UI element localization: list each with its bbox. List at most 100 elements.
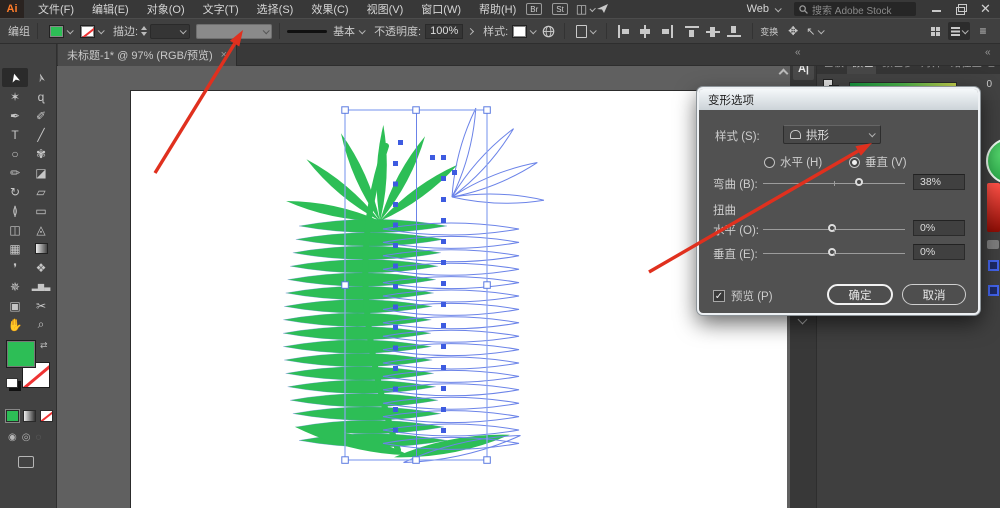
symbol-sprayer-tool[interactable]: ✵ (2, 277, 28, 296)
align-bottom-icon[interactable] (727, 25, 742, 38)
paintbrush-tool[interactable]: ✾ (28, 144, 54, 163)
context-menu-icon[interactable]: ≡ (974, 23, 992, 39)
brush-dropdown[interactable] (359, 29, 364, 34)
eyedropper-tool[interactable]: ❜ (2, 258, 28, 277)
menu-1[interactable]: 文件(F) (38, 1, 74, 17)
dock-blue-panel-icon-2[interactable] (988, 285, 999, 296)
hand-tool[interactable]: ✋ (2, 315, 28, 334)
pen-tool[interactable]: ✒ (2, 106, 28, 125)
dialog-title-bar[interactable]: 变形选项 (699, 89, 978, 110)
distort-horizontal-field[interactable]: 0% (913, 220, 965, 236)
minimize-button[interactable] (932, 4, 942, 14)
opacity-expand-icon[interactable] (467, 27, 474, 34)
tab-close-icon[interactable]: × (221, 49, 227, 61)
direct-selection-tool[interactable]: ➢ (28, 68, 54, 87)
stroke-weight-dropdown[interactable] (150, 24, 190, 39)
panel-strip-chevron-icon[interactable] (798, 315, 808, 325)
distort-vertical-field[interactable]: 0% (913, 244, 965, 260)
width-profile-dropdown[interactable] (196, 24, 272, 39)
preview-checkbox[interactable]: ✓ (713, 290, 725, 302)
menu-9[interactable]: 帮助(H) (479, 1, 516, 17)
document-setup-icon[interactable] (576, 25, 595, 38)
align-middle-icon[interactable] (706, 25, 721, 38)
lasso-tool[interactable]: ɋ (28, 87, 54, 106)
transform-panel-link[interactable]: 变换 (760, 25, 778, 38)
preview-checkbox-row[interactable]: ✓ 预览 (P) (713, 288, 773, 304)
blend-tool[interactable]: ❖ (28, 258, 54, 277)
align-center-icon[interactable] (638, 25, 653, 38)
artboard-tool[interactable]: ▣ (2, 296, 28, 315)
menu-6[interactable]: 效果(C) (311, 1, 348, 17)
stroke-weight-stepper[interactable] (141, 26, 147, 36)
dock-collapse-icon[interactable]: « (795, 47, 801, 58)
rotate-tool[interactable]: ↻ (2, 182, 28, 201)
menu-3[interactable]: 对象(O) (147, 1, 185, 17)
screen-mode-icon[interactable] (18, 456, 34, 468)
menu-2[interactable]: 编辑(E) (92, 1, 129, 17)
stroke-color-dropdown[interactable] (80, 25, 103, 38)
align-top-icon[interactable] (685, 25, 700, 38)
dock-menu-icon[interactable]: « (985, 47, 991, 58)
bridge-badge[interactable]: Br (526, 3, 542, 15)
distort-horizontal-track[interactable] (763, 229, 905, 230)
distort-vertical-track[interactable] (763, 253, 905, 254)
expand-icon[interactable]: ✥ (784, 23, 802, 39)
isolate-selection-dropdown[interactable]: ↖ (806, 25, 823, 38)
arrange-documents-icon[interactable]: ◫ (576, 1, 594, 17)
close-button[interactable]: ✕ (980, 4, 990, 14)
draw-inside-icon[interactable]: ◌ (35, 432, 41, 443)
curvature-tool[interactable]: ✐ (28, 106, 54, 125)
magic-wand-tool[interactable]: ✶ (2, 87, 28, 106)
draw-normal-icon[interactable]: ◉ (8, 432, 17, 443)
distort-horizontal-knob[interactable] (828, 224, 836, 232)
red-spectrum-strip[interactable] (987, 183, 1000, 232)
width-tool[interactable]: ≬ (2, 201, 28, 220)
type-tool[interactable]: T (2, 125, 28, 144)
bend-slider-knob[interactable] (855, 178, 863, 186)
document-tab[interactable]: 未标题-1* @ 97% (RGB/预览) × (58, 44, 237, 66)
pencil-tool[interactable]: ✏ (2, 163, 28, 182)
mesh-tool[interactable]: ▦ (2, 239, 28, 258)
eraser-tool[interactable]: ◪ (28, 163, 54, 182)
canvas-area[interactable] (57, 66, 790, 508)
zoom-tool[interactable]: ⌕ (28, 315, 54, 334)
gradient-mode-button[interactable] (23, 410, 36, 422)
panel-list-icon[interactable] (948, 22, 970, 40)
column-graph-tool[interactable]: ▂▆▃ (28, 277, 54, 296)
vertical-radio[interactable]: 垂直 (V) (849, 154, 907, 170)
slice-tool[interactable]: ✂ (28, 296, 54, 315)
share-icon[interactable] (594, 1, 612, 17)
draw-behind-icon[interactable]: ◎ (22, 432, 31, 443)
menu-8[interactable]: 窗口(W) (421, 1, 461, 17)
color-mode-button[interactable] (6, 410, 19, 422)
warp-options-dialog[interactable]: 变形选项 样式 (S): 拱形 水平 (H) 垂直 (V) 弯曲 (B): 38… (697, 87, 980, 315)
illustrator-logo[interactable]: Ai (0, 0, 24, 18)
dock-blue-panel-icon[interactable] (988, 260, 999, 271)
distort-vertical-knob[interactable] (828, 248, 836, 256)
maximize-button[interactable] (956, 4, 966, 14)
warp-style-dropdown[interactable]: 拱形 (783, 125, 881, 144)
fill-indicator[interactable] (6, 340, 36, 368)
default-fill-stroke-icon[interactable] (6, 378, 18, 388)
dock-button-icon[interactable] (987, 240, 999, 249)
scale-tool[interactable]: ▱ (28, 182, 54, 201)
opacity-field[interactable]: 100% (425, 24, 463, 39)
gradient-tool[interactable] (28, 239, 54, 258)
ellipse-tool[interactable]: ○ (2, 144, 28, 163)
fill-stroke-indicator[interactable]: ⇄ (6, 340, 52, 404)
search-input[interactable]: 搜索 Adobe Stock (794, 2, 916, 16)
align-right-icon[interactable] (659, 25, 674, 38)
style-dropdown[interactable] (512, 25, 535, 38)
bend-value-field[interactable]: 38% (913, 174, 965, 190)
fern-artwork-selection[interactable] (57, 66, 790, 508)
bend-slider-track[interactable] (763, 183, 905, 184)
fill-color-dropdown[interactable] (49, 25, 72, 38)
app-grid-icon[interactable] (931, 27, 940, 36)
menu-4[interactable]: 文字(T) (203, 1, 239, 17)
horizontal-radio[interactable]: 水平 (H) (764, 154, 822, 170)
menu-5[interactable]: 选择(S) (257, 1, 294, 17)
cancel-button[interactable]: 取消 (902, 284, 966, 305)
free-transform-tool[interactable]: ▭ (28, 201, 54, 220)
stock-badge[interactable]: St (552, 3, 568, 15)
line-segment-tool[interactable]: ╱ (28, 125, 54, 144)
